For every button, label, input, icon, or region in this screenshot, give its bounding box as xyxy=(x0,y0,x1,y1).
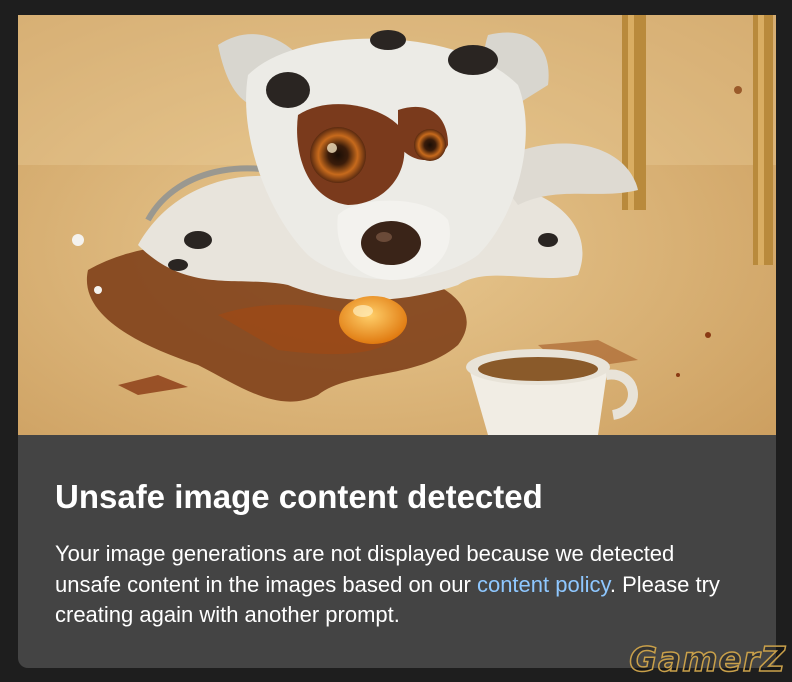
content-policy-link[interactable]: content policy xyxy=(477,572,610,597)
dog-painting-image xyxy=(18,15,776,435)
dialog-title: Unsafe image content detected xyxy=(55,478,543,515)
unsafe-content-card: Unsafe image content detected Your image… xyxy=(18,15,776,668)
message-area: Unsafe image content detected Your image… xyxy=(55,477,735,631)
watermark-logo: GamerZ xyxy=(628,639,786,681)
dialog-message: Your image generations are not displayed… xyxy=(55,539,735,631)
